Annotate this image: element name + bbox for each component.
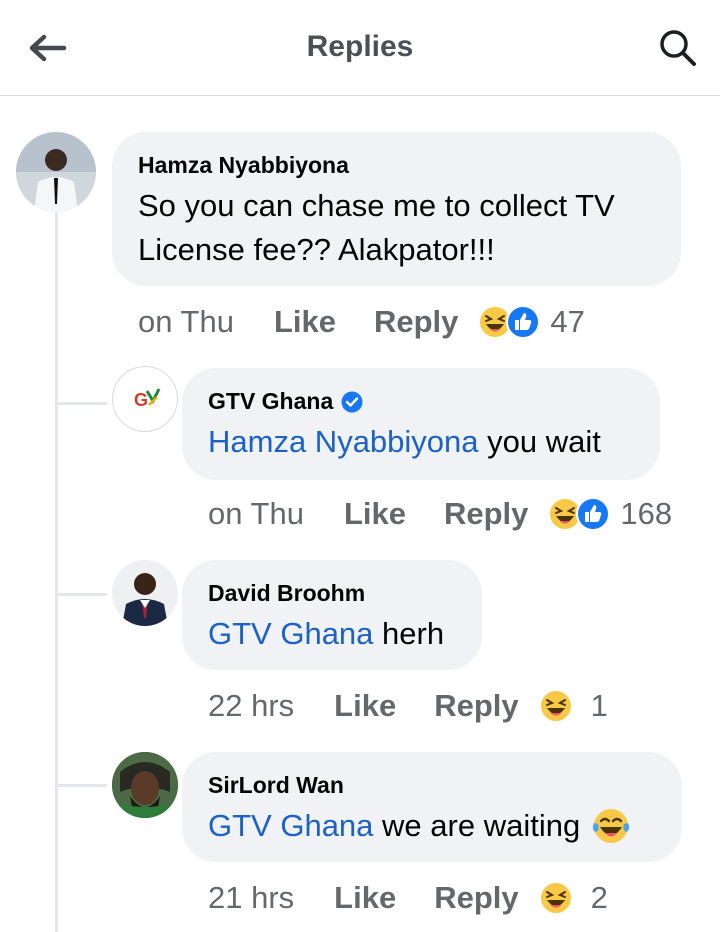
page-title: Replies — [306, 30, 414, 63]
like-button[interactable]: Like — [334, 880, 396, 916]
comment-actions: on Thu Like Reply 168 — [208, 492, 672, 536]
comment-text: you wait — [478, 424, 601, 459]
like-button[interactable]: Like — [334, 688, 396, 724]
comment-text: herh — [373, 616, 445, 651]
haha-reaction-icon — [538, 689, 573, 723]
avatar[interactable] — [112, 560, 178, 626]
person-photo-icon — [112, 560, 178, 626]
haha-reaction-icon — [538, 881, 573, 915]
person-photo-icon — [16, 132, 96, 212]
comment-author[interactable]: SirLord Wan — [208, 772, 344, 799]
reactions-summary[interactable]: 1 — [538, 688, 608, 724]
reaction-count: 2 — [590, 880, 608, 915]
avatar[interactable]: G — [112, 366, 178, 432]
tears-of-joy-emoji-icon — [592, 809, 629, 843]
comment-time[interactable]: on Thu — [208, 496, 304, 532]
comment-author[interactable]: Hamza Nyabbiyona — [138, 152, 349, 179]
reply-button[interactable]: Reply — [434, 880, 518, 916]
comment-text-line2: License fee?? Alakpator!!! — [138, 232, 495, 267]
verified-badge-icon — [341, 391, 363, 412]
like-reaction-icon — [576, 497, 611, 531]
comment-text: we are waiting — [373, 808, 589, 843]
reactions-summary[interactable]: 2 — [538, 880, 608, 916]
like-button[interactable]: Like — [344, 496, 406, 532]
comment-actions: 21 hrs Like Reply 2 — [208, 876, 608, 920]
comment-bubble: GTV Ghana Hamza Nyabbiyona you wait — [182, 368, 660, 480]
comment-author-row: GTV Ghana — [208, 388, 363, 415]
avatar[interactable] — [112, 752, 178, 818]
comment-text-line: Hamza Nyabbiyona you wait — [208, 420, 601, 464]
comment-text-line: GTV Ghana herh — [208, 612, 444, 656]
comment-bubble: SirLord Wan GTV Ghana we are waiting — [182, 752, 682, 862]
reactions-summary[interactable]: 168 — [548, 496, 672, 532]
comment-text: So you can chase me to collect TV — [138, 188, 615, 223]
reply-button[interactable]: Reply — [374, 304, 458, 340]
thread-branch — [57, 593, 107, 596]
like-reaction-icon — [506, 305, 541, 339]
comment-bubble: Hamza Nyabbiyona So you can chase me to … — [112, 132, 681, 286]
thread-branch — [57, 402, 107, 405]
top-bar: Replies — [0, 0, 720, 96]
comment-time[interactable]: 21 hrs — [208, 880, 294, 916]
thread-branch — [57, 784, 107, 787]
search-button[interactable] — [656, 26, 700, 70]
comment-actions: on Thu Like Reply 47 — [138, 300, 585, 344]
like-button[interactable]: Like — [274, 304, 336, 340]
gtv-logo-icon: G — [134, 388, 161, 410]
person-photo-icon — [112, 752, 178, 818]
comment-actions: 22 hrs Like Reply 1 — [208, 684, 608, 728]
reaction-count: 168 — [620, 496, 673, 531]
reaction-count: 1 — [590, 688, 608, 723]
comment-time[interactable]: on Thu — [138, 304, 234, 340]
reply-button[interactable]: Reply — [434, 688, 518, 724]
avatar[interactable] — [16, 132, 96, 212]
search-icon — [660, 30, 696, 66]
comment-text-line: GTV Ghana we are waiting — [208, 804, 631, 848]
comment-time[interactable]: 22 hrs — [208, 688, 294, 724]
mention-link[interactable]: Hamza Nyabbiyona — [208, 424, 479, 459]
comment-author[interactable]: David Broohm — [208, 580, 365, 607]
svg-text:G: G — [134, 390, 148, 410]
comment-author[interactable]: GTV Ghana — [208, 388, 333, 415]
mention-link[interactable]: GTV Ghana — [208, 804, 373, 848]
reactions-summary[interactable]: 47 — [478, 304, 585, 340]
reaction-count: 47 — [550, 304, 585, 339]
mention-link[interactable]: GTV Ghana — [208, 616, 373, 651]
thread-line — [55, 210, 58, 932]
comment-bubble: David Broohm GTV Ghana herh — [182, 560, 482, 670]
reply-button[interactable]: Reply — [444, 496, 528, 532]
